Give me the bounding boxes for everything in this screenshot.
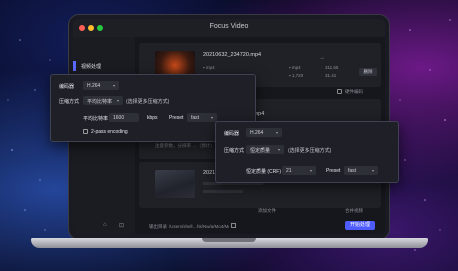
add-file-button[interactable]: 添加文件 [258,208,276,214]
bitrate-unit: kbps [147,115,158,121]
file-meta: ▪ mp4 [203,65,215,70]
laptop-notch [202,238,256,242]
two-pass-checkbox[interactable] [83,129,88,134]
merge-video-toggle[interactable]: 合并视频 [345,208,363,214]
settings-icon[interactable]: ⌂ [103,222,107,228]
file-meta: ▪ 1,720 [289,73,304,78]
preset-value: fast [191,115,200,121]
codec-label: 编码器 [224,131,240,137]
title-bar: Focus Video [73,19,385,37]
codec-value: H.264 [250,130,264,136]
footer-bar: ⌂ ⊡ 输出目录 /Users/shell…hk/Nw/a/Mo4/Me 添加文… [103,208,385,234]
sidebar-active-indicator [73,61,76,71]
mode-label: 压缩方式 [59,99,80,105]
background-note: 注意参数，分辨率 …（预计） [155,143,215,148]
start-button[interactable]: 开始处理 [345,221,375,230]
output-label: 输出目录 [149,224,167,229]
codec-value: H.264 [87,83,101,89]
chevron-down-icon: ▾ [372,168,375,173]
bitrate-label: 平均比特率 [83,116,109,122]
arrow-right-icon: → [319,55,325,61]
mode-value: 平均比特率 [87,99,113,105]
preset-label: Preset [169,115,184,121]
file-meta: 311.55 [325,65,339,70]
mode-hint: (选择更多压缩方式) [126,99,170,105]
mode-hint: (选择更多压缩方式) [288,148,332,154]
window-title: Focus Video [209,23,249,30]
codec-label: 编码器 [59,84,75,90]
quality-value: 21 [286,168,292,174]
bitrate-input[interactable]: 1600 [109,113,139,122]
chevron-down-icon: ▾ [113,83,116,88]
sidebar-item-video[interactable]: 视频处理 [81,63,101,70]
remove-button[interactable]: 删除 [359,68,377,76]
hardware-encode-checkbox[interactable] [337,89,342,94]
preset-label: Preset [326,168,341,174]
chevron-down-icon: ▾ [310,168,313,173]
chevron-down-icon: ▾ [211,115,214,120]
two-pass-label: 2-pass encoding [91,129,128,135]
file-meta: 31.41 [325,73,337,78]
bitrate-value: 1600 [113,115,125,121]
grid-icon[interactable]: ⊡ [119,222,124,229]
chevron-down-icon: ▾ [276,130,279,135]
file-meta: ▪ mp4 [289,65,301,70]
preset-value: fast [348,168,357,174]
mode-label: 压缩方式 [224,148,245,154]
video-thumbnail[interactable] [155,51,195,75]
output-path[interactable]: /Users/shell…hk/Nw/a/Mo4/Me [169,224,229,229]
folder-icon[interactable] [231,223,236,228]
chevron-down-icon: ▾ [117,98,120,103]
quality-label: 恒定质量 (CRF) [246,169,281,175]
file-name: 20210632_234720.mp4 [203,52,262,58]
video-thumbnail[interactable] [155,170,195,198]
encoder-settings-panel: 编码器 H.264 ▾ 压缩方式 恒定质量 ▾ (选择更多压缩方式) 恒定质量 … [215,121,399,183]
hardware-encode-label: 硬件编码 [345,89,363,94]
mode-value: 恒定质量 [250,148,271,154]
chevron-down-icon: ▾ [278,147,281,152]
placeholder-bar [203,190,243,193]
